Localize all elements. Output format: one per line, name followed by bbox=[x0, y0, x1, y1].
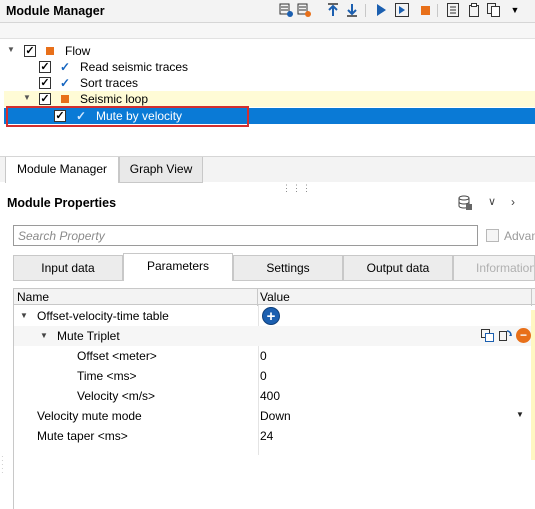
tree-checkbox-read-seismic-traces[interactable]: ✓ bbox=[39, 61, 51, 73]
chevron-down-icon[interactable]: ∨ bbox=[488, 195, 496, 208]
param-value-field[interactable]: 0 bbox=[260, 369, 267, 383]
selection-highlight-box bbox=[6, 106, 249, 127]
replace-icon[interactable] bbox=[498, 328, 513, 343]
run-icon[interactable] bbox=[374, 3, 388, 17]
tree-row-flow[interactable]: ▼ ✓ Flow bbox=[4, 43, 535, 59]
tree-checkbox-seismic-loop[interactable]: ✓ bbox=[39, 93, 51, 105]
search-property-input[interactable] bbox=[13, 225, 478, 246]
toolbar-separator bbox=[437, 4, 438, 17]
module-check-icon: ✓ bbox=[59, 60, 71, 74]
grid-right-edge bbox=[531, 310, 535, 460]
param-row-offset[interactable]: Offset <meter> 0 bbox=[14, 346, 535, 366]
collapse-arrow-icon[interactable]: ▼ bbox=[40, 331, 48, 340]
param-row-time[interactable]: Time <ms> 0 bbox=[14, 366, 535, 386]
remove-triplet-icon[interactable]: − bbox=[516, 328, 531, 343]
param-value-field[interactable]: 400 bbox=[260, 389, 280, 403]
dropdown-arrow-icon[interactable]: ▼ bbox=[516, 410, 524, 419]
flow-square-icon bbox=[46, 47, 54, 55]
module-check-icon: ✓ bbox=[59, 76, 71, 90]
advanced-label: Advanced bbox=[504, 229, 535, 243]
tab-parameters[interactable]: Parameters bbox=[123, 253, 233, 281]
module-manager-header: Module Manager ▼ bbox=[0, 0, 535, 23]
column-header-name: Name bbox=[17, 290, 50, 304]
module-properties-header: Module Properties ∨ › bbox=[0, 190, 535, 216]
param-name: Mute taper <ms> bbox=[37, 429, 128, 443]
loop-square-icon bbox=[61, 95, 69, 103]
move-up-icon[interactable] bbox=[326, 3, 340, 17]
param-name: Velocity <m/s> bbox=[77, 389, 156, 403]
param-value-field[interactable]: 0 bbox=[260, 349, 267, 363]
param-name: Offset-velocity-time table bbox=[37, 309, 169, 323]
log-icon[interactable] bbox=[446, 3, 460, 17]
run-step-icon[interactable] bbox=[395, 3, 409, 17]
chevron-right-icon[interactable]: › bbox=[511, 195, 515, 209]
param-name: Mute Triplet bbox=[57, 329, 120, 343]
param-value-field[interactable]: 24 bbox=[260, 429, 273, 443]
param-row-mute-triplet[interactable]: ▼ Mute Triplet − bbox=[14, 326, 535, 346]
param-name: Velocity mute mode bbox=[37, 409, 142, 423]
tree-checkbox-sort-traces[interactable]: ✓ bbox=[39, 77, 51, 89]
mute-mode-select[interactable]: Down bbox=[260, 409, 291, 423]
tree-label-seismic-loop: Seismic loop bbox=[80, 92, 149, 106]
tree-checkbox-flow[interactable]: ✓ bbox=[24, 45, 36, 57]
module-manager-strip bbox=[0, 23, 535, 39]
remove-module-icon[interactable] bbox=[297, 3, 311, 17]
collapse-arrow-icon[interactable]: ▼ bbox=[20, 311, 28, 320]
clipboard-icon[interactable] bbox=[467, 3, 481, 17]
resize-dots-icon[interactable]: · · · · · bbox=[1, 453, 4, 477]
stop-icon[interactable] bbox=[418, 3, 432, 17]
tab-graph-view[interactable]: Graph View bbox=[119, 157, 203, 183]
grid-header: Name Value bbox=[14, 288, 535, 306]
toolbar-separator bbox=[365, 4, 366, 17]
param-name: Time <ms> bbox=[77, 369, 137, 383]
column-divider[interactable] bbox=[531, 289, 532, 306]
module-manager-title: Module Manager bbox=[6, 4, 105, 18]
tab-information[interactable]: Information bbox=[453, 255, 535, 281]
advanced-checkbox[interactable] bbox=[486, 229, 499, 242]
param-row-velocity-mute-mode[interactable]: Velocity mute mode Down ▼ bbox=[14, 406, 535, 426]
column-header-value: Value bbox=[260, 290, 290, 304]
move-down-icon[interactable] bbox=[345, 3, 359, 17]
tab-input-data[interactable]: Input data bbox=[13, 255, 123, 281]
parameters-grid: Name Value ▼ Offset-velocity-time table … bbox=[13, 288, 535, 509]
module-properties-title: Module Properties bbox=[7, 196, 117, 210]
tab-settings[interactable]: Settings bbox=[233, 255, 343, 281]
column-divider[interactable] bbox=[257, 289, 258, 306]
add-triplet-button[interactable]: + bbox=[262, 307, 280, 325]
param-row-mute-taper[interactable]: Mute taper <ms> 24 bbox=[14, 426, 535, 446]
tree-label-flow: Flow bbox=[65, 44, 91, 58]
tree-row-sort-traces[interactable]: ✓ ✓ Sort traces bbox=[4, 75, 535, 91]
flow-tree: ▼ ✓ Flow ✓ ✓ Read seismic traces ✓ ✓ Sor… bbox=[4, 40, 535, 156]
tab-output-data[interactable]: Output data bbox=[343, 255, 453, 281]
collapse-arrow-icon[interactable]: ▼ bbox=[23, 94, 31, 102]
param-name: Offset <meter> bbox=[77, 349, 157, 363]
tab-module-manager[interactable]: Module Manager bbox=[5, 157, 119, 183]
add-module-icon[interactable] bbox=[279, 3, 293, 17]
tree-label-read-seismic-traces: Read seismic traces bbox=[80, 60, 189, 74]
database-icon[interactable] bbox=[457, 195, 473, 214]
param-row-velocity[interactable]: Velocity <m/s> 400 bbox=[14, 386, 535, 406]
tree-label-sort-traces: Sort traces bbox=[80, 76, 139, 90]
param-row-offset-velocity-time-table[interactable]: ▼ Offset-velocity-time table + bbox=[14, 306, 535, 326]
copy-icon[interactable] bbox=[487, 3, 501, 17]
duplicate-icon[interactable] bbox=[480, 328, 495, 343]
collapse-arrow-icon[interactable]: ▼ bbox=[7, 46, 15, 54]
tree-row-seismic-loop[interactable]: ▼ ✓ Seismic loop bbox=[4, 91, 535, 107]
tree-row-read-seismic-traces[interactable]: ✓ ✓ Read seismic traces bbox=[4, 59, 535, 75]
overflow-menu-icon[interactable]: ▼ bbox=[508, 3, 522, 17]
module-manager-tabs: Module Manager Graph View bbox=[0, 156, 535, 183]
